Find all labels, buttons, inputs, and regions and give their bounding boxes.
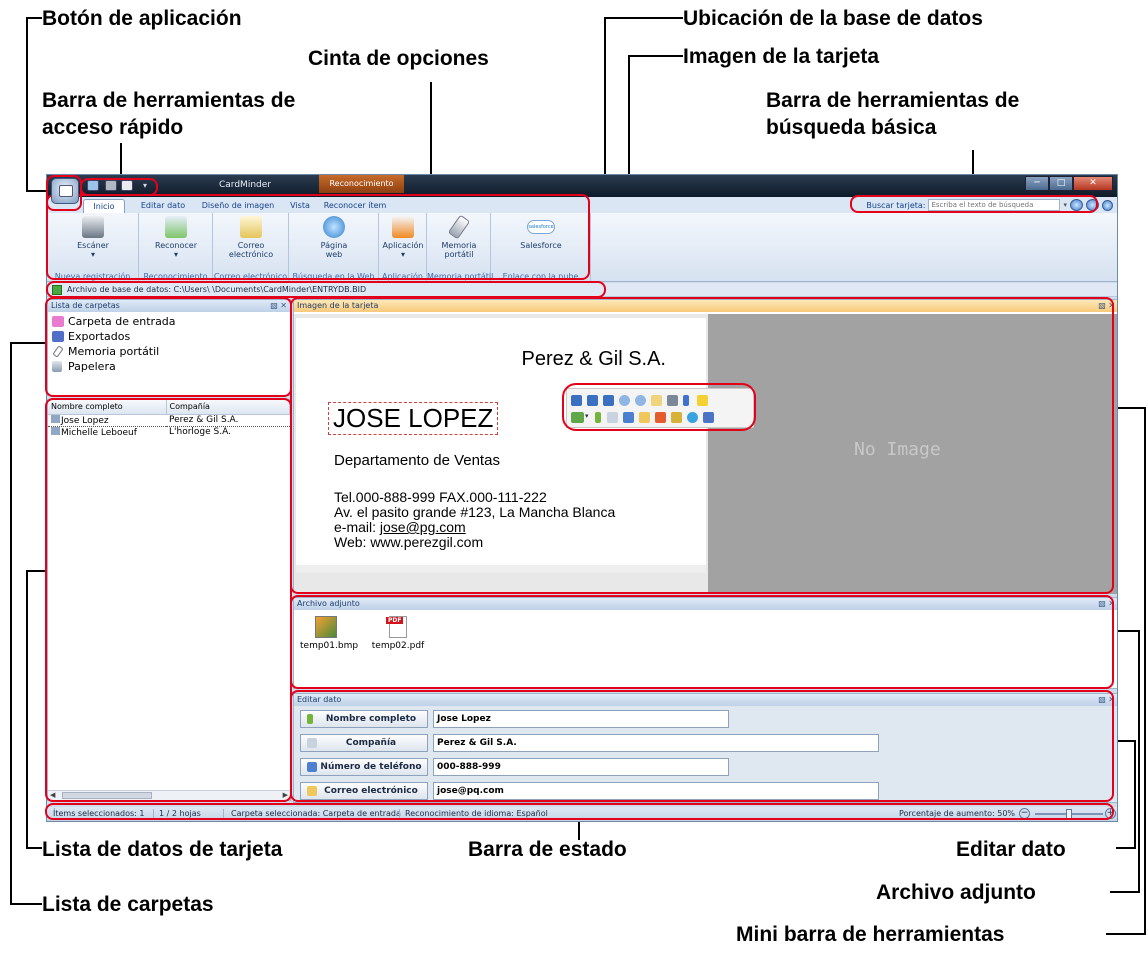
leader-line xyxy=(26,570,46,572)
callout-busqueda-1: Barra de herramientas de xyxy=(766,89,1020,112)
maximize-button[interactable]: □ xyxy=(1049,176,1073,191)
highlight-folder-list xyxy=(45,297,292,397)
highlight-search-toolbar xyxy=(850,195,1098,213)
leader-line xyxy=(26,17,28,192)
callout-boton-aplicacion: Botón de aplicación xyxy=(42,7,242,30)
leader-line xyxy=(10,342,12,903)
highlight-ribbon xyxy=(46,194,590,280)
highlight-card-list xyxy=(45,398,292,802)
leader-line xyxy=(1134,740,1136,849)
minimize-button[interactable]: ─ xyxy=(1025,176,1049,191)
app-logo-icon xyxy=(59,185,73,197)
callout-lista-carpetas: Lista de carpetas xyxy=(42,893,214,916)
leader-line xyxy=(628,55,683,57)
leader-line xyxy=(1144,407,1146,935)
leader-line xyxy=(1110,891,1140,893)
callout-editar-dato: Editar dato xyxy=(956,838,1066,861)
callout-busqueda-2: búsqueda básica xyxy=(766,116,937,139)
callout-acceso-rapido-1: Barra de herramientas de xyxy=(42,89,296,112)
window-title: CardMinder xyxy=(219,180,271,190)
callout-ubicacion-bd: Ubicación de la base de datos xyxy=(683,7,983,30)
leader-line xyxy=(10,342,46,344)
callout-archivo-adjunto: Archivo adjunto xyxy=(876,881,1036,904)
callout-cinta-opciones: Cinta de opciones xyxy=(308,47,489,70)
window-controls: ─ □ ✕ xyxy=(1025,176,1113,192)
leader-line xyxy=(26,570,28,849)
callout-lista-datos-tarjeta: Lista de datos de tarjeta xyxy=(42,838,283,861)
leader-line xyxy=(26,847,42,849)
leader-line xyxy=(1106,933,1146,935)
leader-line xyxy=(1118,630,1140,632)
leader-line xyxy=(604,17,683,19)
leader-line xyxy=(1138,630,1140,893)
highlight-card-image xyxy=(290,297,1114,594)
callout-mini-barra: Mini barra de herramientas xyxy=(736,923,1005,946)
callout-imagen-tarjeta: Imagen de la tarjeta xyxy=(683,45,880,68)
callout-barra-estado: Barra de estado xyxy=(468,838,627,861)
leader-line xyxy=(10,903,42,905)
highlight-status-bar xyxy=(45,803,1114,820)
highlight-edit-data xyxy=(290,690,1114,802)
context-tab-reconocimiento[interactable]: Reconocimiento xyxy=(319,175,404,193)
callout-acceso-rapido-2: acceso rápido xyxy=(42,116,184,139)
highlight-attachment xyxy=(290,595,1114,689)
leader-line xyxy=(26,190,48,192)
leader-line xyxy=(1116,847,1136,849)
leader-line xyxy=(26,17,42,19)
highlight-database-location xyxy=(46,281,606,298)
application-button[interactable] xyxy=(51,178,79,204)
close-button[interactable]: ✕ xyxy=(1073,176,1113,191)
help-icon[interactable] xyxy=(1102,199,1113,211)
highlight-mini-toolbar xyxy=(562,383,756,431)
